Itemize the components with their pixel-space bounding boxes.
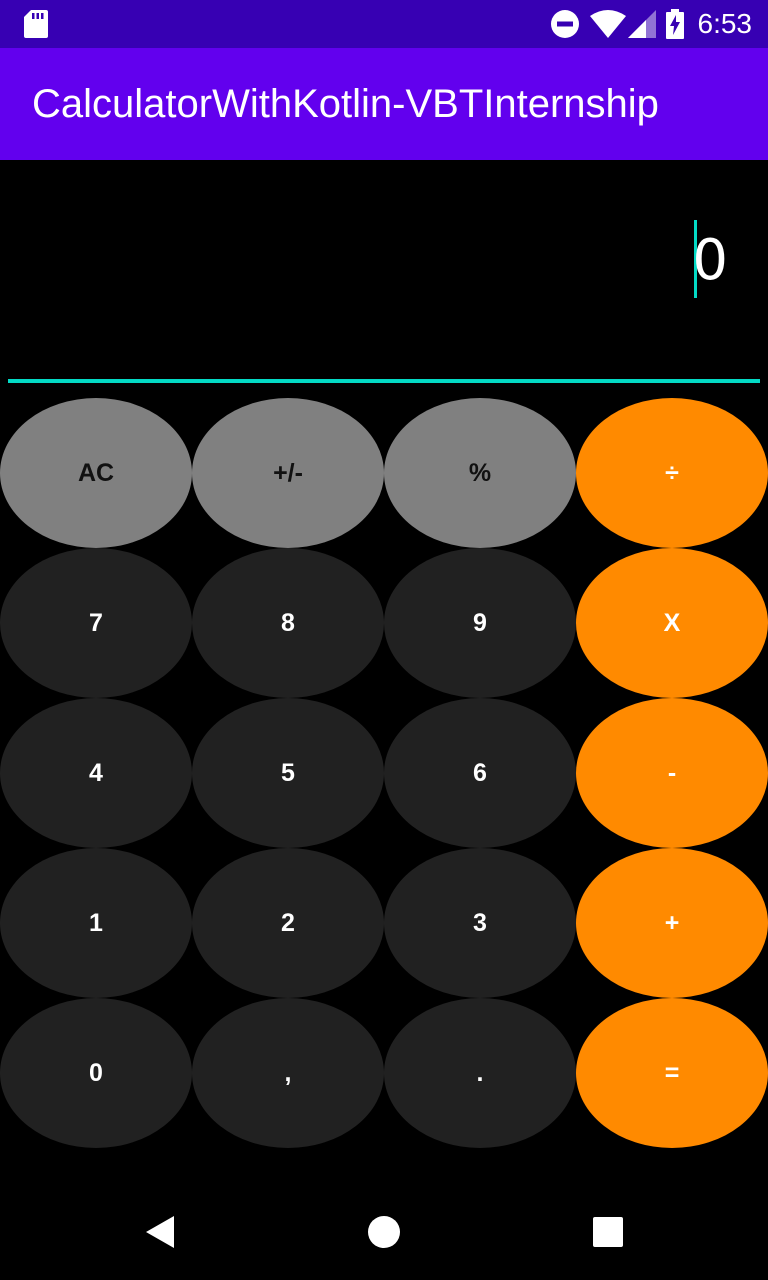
- key-3[interactable]: 3: [384, 848, 576, 998]
- key-5[interactable]: 5: [192, 698, 384, 848]
- key-6[interactable]: 6: [384, 698, 576, 848]
- key-decimal[interactable]: .: [384, 998, 576, 1148]
- key-divide[interactable]: ÷: [576, 398, 768, 548]
- back-icon[interactable]: [140, 1212, 180, 1252]
- key-equals[interactable]: =: [576, 998, 768, 1148]
- sd-card-icon: [24, 10, 48, 38]
- wifi-icon: [589, 10, 626, 38]
- app-bar: CalculatorWithKotlin-VBTInternship: [0, 48, 768, 160]
- key-1[interactable]: 1: [0, 848, 192, 998]
- key-toggle-sign[interactable]: +/-: [192, 398, 384, 548]
- key-clear[interactable]: AC: [0, 398, 192, 548]
- cell-signal-icon: [627, 10, 656, 38]
- do-not-disturb-icon: [550, 9, 580, 39]
- status-bar: 6:53: [0, 0, 768, 48]
- key-0[interactable]: 0: [0, 998, 192, 1148]
- key-multiply[interactable]: X: [576, 548, 768, 698]
- display-value: 0: [692, 228, 728, 293]
- calculator-display[interactable]: 0: [0, 160, 768, 390]
- key-percent[interactable]: %: [384, 398, 576, 548]
- key-7[interactable]: 7: [0, 548, 192, 698]
- key-add[interactable]: +: [576, 848, 768, 998]
- battery-charging-icon: [665, 9, 684, 39]
- navigation-bar: [0, 1184, 768, 1280]
- status-time: 6:53: [697, 8, 753, 39]
- key-subtract[interactable]: -: [576, 698, 768, 848]
- app-title: CalculatorWithKotlin-VBTInternship: [32, 82, 659, 126]
- key-9[interactable]: 9: [384, 548, 576, 698]
- recents-icon[interactable]: [588, 1212, 628, 1252]
- display-underline: [8, 379, 760, 383]
- home-icon[interactable]: [364, 1212, 404, 1252]
- key-2[interactable]: 2: [192, 848, 384, 998]
- key-8[interactable]: 8: [192, 548, 384, 698]
- key-4[interactable]: 4: [0, 698, 192, 848]
- key-comma[interactable]: ,: [192, 998, 384, 1148]
